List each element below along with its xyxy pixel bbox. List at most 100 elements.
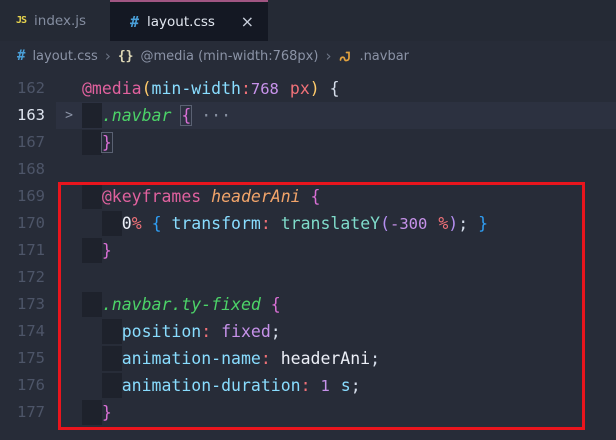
vscode-window: JS index.js # layout.css × # layout.css …: [0, 0, 616, 440]
code-line[interactable]: 162@media(min-width:768px) {: [0, 75, 616, 102]
code-token: }: [102, 403, 112, 422]
code-token: .navbar.ty-fixed: [102, 295, 261, 314]
code-token: }: [478, 214, 488, 233]
breadcrumb-item-file[interactable]: layout.css: [32, 49, 97, 64]
code-token: min-width: [152, 79, 241, 98]
code-token: }: [102, 241, 112, 260]
code-token: [162, 214, 172, 233]
fold-gutter: [56, 75, 82, 102]
code-token: [261, 295, 271, 314]
code-token: [82, 403, 102, 422]
code-token: [311, 376, 321, 395]
fold-gutter: [56, 318, 82, 345]
close-icon[interactable]: ×: [241, 12, 254, 31]
code-token: %: [132, 214, 142, 233]
code-line[interactable]: 167 }: [0, 129, 616, 156]
code-token: headerAni: [211, 187, 300, 206]
fold-gutter: [56, 291, 82, 318]
line-number: 176: [0, 372, 56, 399]
code-token: {: [181, 106, 191, 125]
code-token: headerAni: [281, 349, 370, 368]
line-number: 175: [0, 345, 56, 372]
fold-gutter: [56, 129, 82, 156]
line-number: 177: [0, 399, 56, 426]
code-token: ···: [201, 106, 231, 125]
class-symbol-icon: [338, 49, 352, 63]
fold-gutter: [56, 156, 82, 183]
tab-index-js[interactable]: JS index.js: [0, 0, 110, 41]
code-token: @media: [82, 79, 142, 98]
line-number: 163: [0, 102, 56, 129]
line-number: 167: [0, 129, 56, 156]
code-token: [301, 187, 311, 206]
code-line[interactable]: 177 }: [0, 399, 616, 426]
code-token: animation-duration: [122, 376, 301, 395]
breadcrumb-item-navbar[interactable]: .navbar: [359, 49, 409, 64]
code-token: position: [122, 322, 201, 341]
code-token: (: [142, 79, 152, 98]
breadcrumb-separator: ›: [105, 47, 111, 65]
code-token: ): [310, 79, 320, 98]
code-token: {: [330, 79, 340, 98]
line-number: 174: [0, 318, 56, 345]
fold-gutter: [56, 237, 82, 264]
code-token: :: [201, 322, 211, 341]
code-token: [271, 349, 281, 368]
line-number: 168: [0, 156, 56, 183]
tab-bar: JS index.js # layout.css ×: [0, 0, 616, 41]
code-token: ;: [271, 322, 281, 341]
code-token: animation-name: [122, 349, 261, 368]
code-token: translateY: [281, 214, 380, 233]
tab-label: layout.css: [147, 14, 215, 30]
code-line[interactable]: 173 .navbar.ty-fixed {: [0, 291, 616, 318]
code-token: .navbar: [102, 106, 172, 125]
breadcrumb-separator: ›: [325, 47, 331, 65]
code-token: :: [261, 349, 271, 368]
fold-gutter: [56, 372, 82, 399]
code-token: [82, 106, 102, 125]
line-number: 172: [0, 264, 56, 291]
css-hash-icon: #: [17, 48, 25, 64]
code-token: [142, 214, 152, 233]
namespace-icon: {}: [118, 49, 134, 64]
line-number: 173: [0, 291, 56, 318]
line-number: 170: [0, 210, 56, 237]
code-token: [271, 214, 281, 233]
code-token: {: [152, 214, 162, 233]
breadcrumb-item-media[interactable]: @media (min-width:768px): [140, 49, 318, 64]
code-line[interactable]: 175 animation-name: headerAni;: [0, 345, 616, 372]
code-line[interactable]: 176 animation-duration: 1s;: [0, 372, 616, 399]
code-line[interactable]: 172: [0, 264, 616, 291]
code-token: [82, 241, 102, 260]
fold-gutter: [56, 210, 82, 237]
code-line[interactable]: 174 position: fixed;: [0, 318, 616, 345]
code-token: [82, 133, 102, 152]
code-token: [82, 214, 122, 233]
code-token: [82, 322, 122, 341]
fold-gutter: [56, 399, 82, 426]
code-line[interactable]: 168: [0, 156, 616, 183]
code-token: 768: [251, 80, 290, 98]
fold-chevron-icon[interactable]: >: [56, 102, 82, 129]
code-token: [82, 187, 102, 206]
code-token: ;: [458, 214, 468, 233]
tab-label: index.js: [34, 13, 86, 29]
code-line[interactable]: 171 }: [0, 237, 616, 264]
code-token: [320, 79, 330, 98]
code-line[interactable]: 163> .navbar { ···: [0, 102, 616, 129]
code-token: transform: [171, 214, 260, 233]
code-token: %: [438, 214, 448, 233]
code-token: [211, 322, 221, 341]
code-token: ;: [370, 349, 380, 368]
code-line[interactable]: 170 0% { transform: translateY(-300%); }: [0, 210, 616, 237]
code-line[interactable]: 169 @keyframes headerAni {: [0, 183, 616, 210]
code-token: :: [241, 79, 251, 98]
code-editor[interactable]: 162@media(min-width:768px) {163> .navbar…: [0, 71, 616, 440]
tab-layout-css[interactable]: # layout.css ×: [110, 0, 268, 41]
fold-gutter: [56, 345, 82, 372]
code-token: [82, 349, 122, 368]
line-number: 169: [0, 183, 56, 210]
code-token: s: [341, 376, 351, 395]
code-token: [82, 295, 102, 314]
line-number: 171: [0, 237, 56, 264]
